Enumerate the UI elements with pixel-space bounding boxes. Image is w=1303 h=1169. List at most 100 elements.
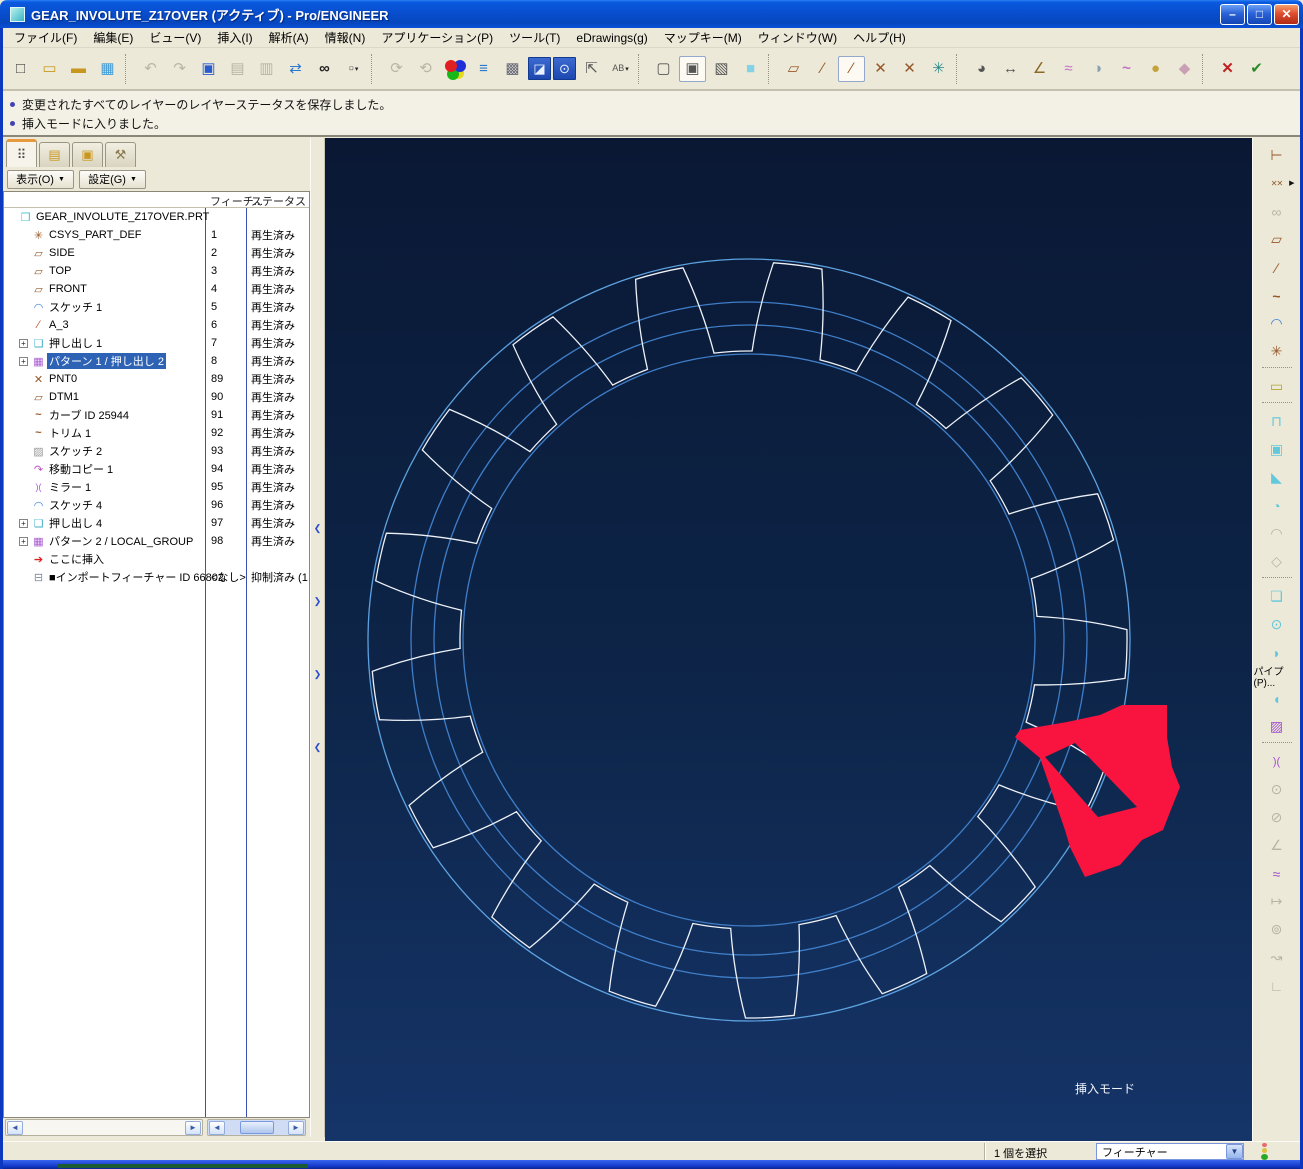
show-menu-button[interactable]: 表示(O) ▼: [7, 169, 74, 189]
tree-row[interactable]: + ▦ パターン 1 / 押し出し 2 8 再生済み: [4, 352, 309, 370]
sketch-tool[interactable]: ◠▶: [1264, 311, 1290, 336]
shaded-curvature-button[interactable]: ●▾: [1142, 56, 1169, 82]
pipe-tool[interactable]: パイプ(P)...▶: [1254, 667, 1300, 689]
selection-filter-dropdown[interactable]: フィーチャー ▼: [1096, 1143, 1244, 1160]
feature-label[interactable]: PNT0: [47, 373, 79, 385]
feature-label[interactable]: 押し出し 4: [47, 515, 104, 531]
collapse-left-icon[interactable]: ❮: [314, 523, 322, 534]
scroll-left-icon[interactable]: ◄: [7, 1120, 23, 1135]
tab-connections[interactable]: ⚒: [105, 142, 136, 167]
render-button[interactable]: ▩▾: [499, 56, 526, 82]
feature-label[interactable]: FRONT: [47, 283, 89, 295]
graphics-area[interactable]: 挿入モード: [325, 138, 1252, 1143]
tree-row[interactable]: + ▱ SIDE 2 再生済み: [4, 244, 309, 262]
surface-revolve-tool[interactable]: ◣▶: [1264, 465, 1290, 490]
update-button[interactable]: ⇄▾: [282, 56, 309, 82]
expand-icon[interactable]: +: [19, 338, 28, 348]
feature-label[interactable]: 移動コピー 1: [47, 461, 115, 477]
tree-row[interactable]: + ◠ スケッチ 1 5 再生済み: [4, 298, 309, 316]
close-button[interactable]: ✕: [1274, 3, 1299, 25]
measure-button[interactable]: ◕▾: [968, 56, 995, 82]
maximize-button[interactable]: □: [1247, 3, 1272, 25]
view-orient-button[interactable]: ⇱▾: [578, 56, 605, 82]
variable-sweep-tool[interactable]: ◖▶: [1264, 686, 1290, 711]
new-file-button[interactable]: □▾: [7, 56, 34, 82]
feature-label[interactable]: スケッチ 2: [47, 443, 104, 459]
section-analysis-button[interactable]: ◆▾: [1171, 56, 1198, 82]
tree-row[interactable]: + ~ トリム 1 92 再生済み: [4, 424, 309, 442]
feature-label[interactable]: パターン 1 / 押し出し 2: [47, 353, 166, 369]
chevron-down-icon[interactable]: ▼: [1226, 1144, 1243, 1159]
wireframe-button[interactable]: ▢▾: [650, 56, 677, 82]
csys-display-button[interactable]: ✳▾: [925, 56, 952, 82]
save-button[interactable]: ▦▾: [94, 56, 121, 82]
scroll-left-icon[interactable]: ◄: [209, 1120, 225, 1135]
menu-analysis[interactable]: 解析(A): [261, 27, 317, 48]
datum-point-tool[interactable]: ✕✕ ▶: [1264, 171, 1295, 196]
sweep-tool[interactable]: ◗▶: [1264, 640, 1290, 665]
tree-row[interactable]: + ❒ GEAR_INVOLUTE_Z17OVER.PRT: [4, 208, 309, 226]
confirm-window-button[interactable]: ✔▾: [1243, 56, 1270, 82]
menu-tools[interactable]: ツール(T): [501, 27, 568, 48]
expand-right-icon[interactable]: ❯: [314, 669, 322, 680]
feature-label[interactable]: ミラー 1: [47, 479, 93, 495]
expand-icon[interactable]: +: [19, 536, 28, 546]
csys-tool[interactable]: ✳▶: [1264, 339, 1290, 364]
style-curve-tool[interactable]: ≈▶: [1264, 861, 1290, 886]
tab-model-tree[interactable]: ⠿: [6, 139, 37, 167]
menu-view[interactable]: ビュー(V): [141, 27, 209, 48]
menu-edit[interactable]: 編集(E): [85, 27, 141, 48]
feature-label[interactable]: ■インポートフィーチャー ID 66802: [47, 569, 226, 585]
rib-tool[interactable]: ⊓▶: [1264, 409, 1290, 434]
feature-label[interactable]: GEAR_INVOLUTE_Z17OVER.PRT: [34, 211, 211, 223]
menu-edrawings[interactable]: eDrawings(g): [568, 29, 655, 47]
offset-measure-tool[interactable]: ⊢▶: [1264, 143, 1290, 168]
find-button[interactable]: ∞▾: [311, 56, 338, 82]
axis-tag-display-button[interactable]: ∕▾: [838, 55, 865, 82]
collapse-left-icon[interactable]: ❮: [314, 742, 322, 753]
tree-row[interactable]: + ✳ CSYS_PART_DEF 1 再生済み: [4, 226, 309, 244]
scroll-right-icon[interactable]: ►: [185, 1120, 201, 1135]
no-hidden-button[interactable]: ▧▾: [708, 56, 735, 82]
feature-label[interactable]: ここに挿入: [47, 551, 106, 567]
tree-row[interactable]: + ❏ 押し出し 4 97 再生済み: [4, 514, 309, 532]
curvature-analysis-button[interactable]: ~▾: [1113, 56, 1140, 82]
select-mode-button[interactable]: ▫ ▾: [340, 56, 367, 82]
close-window-button[interactable]: ✕▾: [1214, 56, 1241, 82]
menu-insert[interactable]: 挿入(I): [209, 27, 260, 48]
curve-analysis-button[interactable]: ≈▾: [1055, 56, 1082, 82]
menu-window[interactable]: ウィンドウ(W): [750, 27, 845, 48]
datum-axis-tool[interactable]: ∕▶: [1264, 255, 1290, 280]
tab-favorites[interactable]: ▣: [72, 142, 103, 167]
hidden-line-button[interactable]: ▣▾: [679, 55, 706, 82]
revolve-tool[interactable]: ⊙▶: [1264, 612, 1290, 637]
saved-views-button[interactable]: AB ▾: [607, 56, 634, 82]
menu-info[interactable]: 情報(N): [317, 27, 374, 48]
mirror-tool[interactable]: )(▶: [1264, 749, 1290, 774]
menu-file[interactable]: ファイル(F): [6, 27, 85, 48]
distance-analysis-button[interactable]: ↔▾: [997, 56, 1024, 82]
feature-label[interactable]: トリム 1: [47, 425, 93, 441]
tree-row[interactable]: + ↷ 移動コピー 1 94 再生済み: [4, 460, 309, 478]
settings-menu-button[interactable]: 設定(G) ▼: [79, 169, 146, 189]
model-analysis-button[interactable]: ∠▾: [1026, 56, 1053, 82]
minimize-button[interactable]: –: [1220, 3, 1245, 25]
datum-plane-tool[interactable]: ▱▶: [1264, 227, 1290, 252]
expand-icon[interactable]: +: [19, 518, 28, 528]
feature-label[interactable]: A_3: [47, 319, 71, 331]
surface-analysis-button[interactable]: ◑▾: [1084, 56, 1111, 82]
tree-row[interactable]: + ▦ パターン 2 / LOCAL_GROUP 98 再生済み: [4, 532, 309, 550]
scroll-thumb[interactable]: [239, 1121, 274, 1134]
surface-extrude-tool[interactable]: ▣▶: [1264, 437, 1290, 462]
tree-row[interactable]: + )( ミラー 1 95 再生済み: [4, 478, 309, 496]
tree-row[interactable]: + ▱ FRONT 4 再生済み: [4, 280, 309, 298]
scroll-right-icon[interactable]: ►: [288, 1120, 304, 1135]
tree-row[interactable]: + ⊟ ■インポートフィーチャー ID 66802 <なし> 抑制済み (1: [4, 568, 309, 586]
panel-splitter[interactable]: ❮ ❯ ❯ ❮: [310, 138, 325, 1137]
feature-label[interactable]: スケッチ 4: [47, 497, 104, 513]
datum-curve-tool[interactable]: ~▶: [1264, 283, 1290, 308]
feature-label[interactable]: CSYS_PART_DEF: [47, 229, 144, 241]
layers-button[interactable]: ≡▾: [470, 56, 497, 82]
point-display-button[interactable]: ✕▾: [867, 56, 894, 82]
tree-row[interactable]: + ◠ スケッチ 4 96 再生済み: [4, 496, 309, 514]
